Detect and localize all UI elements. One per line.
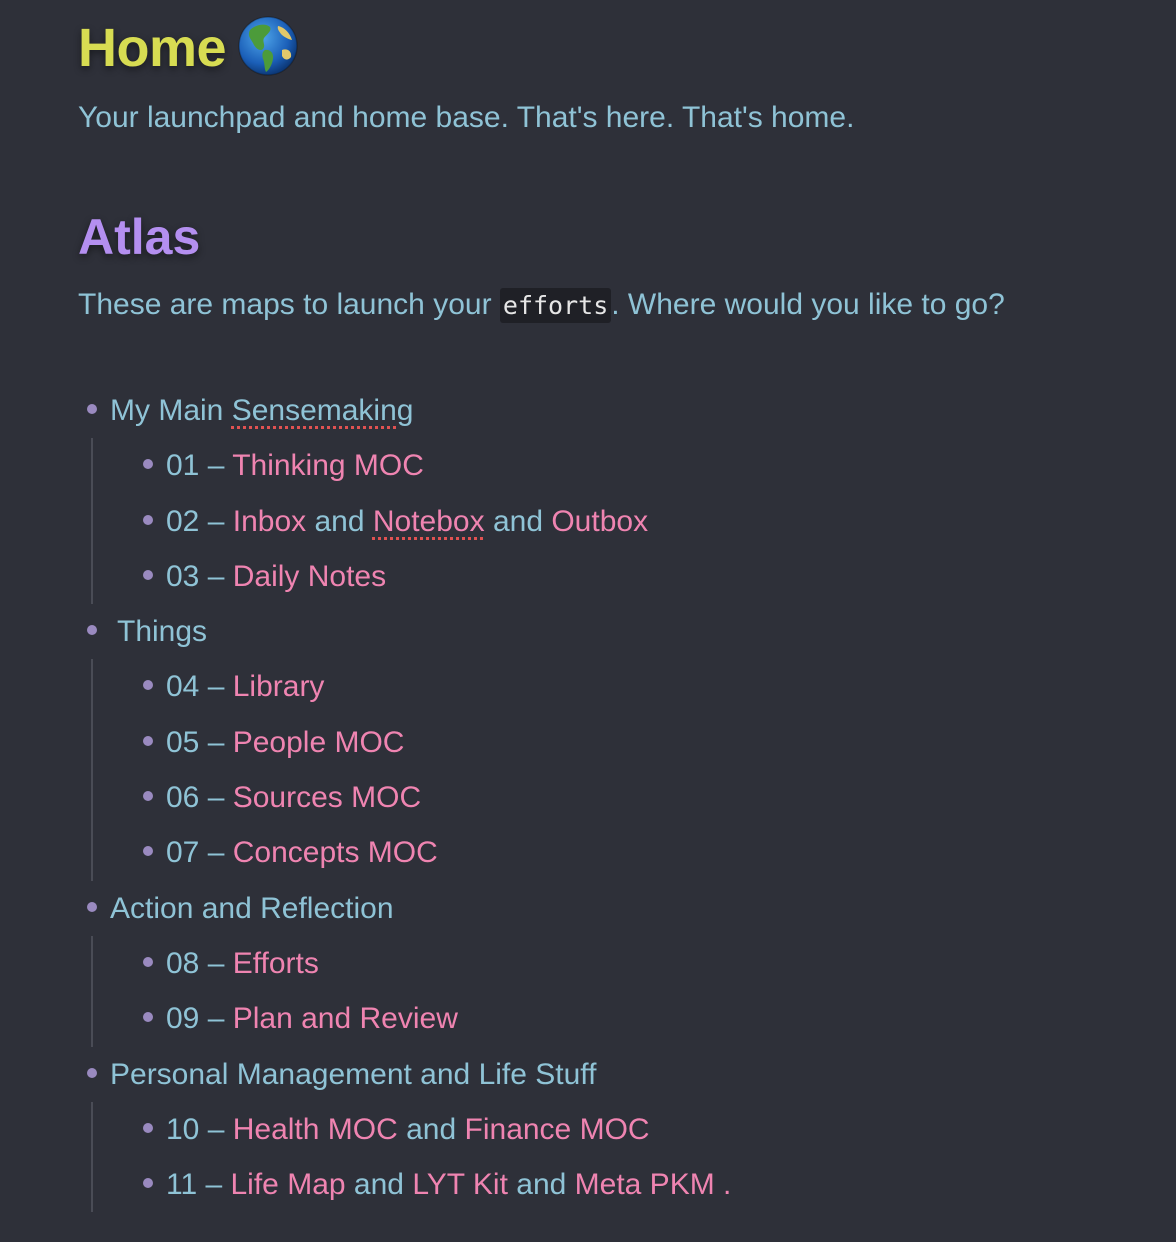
bullet-icon[interactable] bbox=[143, 1122, 153, 1133]
item-label: 04 – Library bbox=[166, 659, 324, 714]
list-item: 10 – Health MOC and Finance MOC bbox=[78, 1102, 1138, 1157]
home-title-text: Home bbox=[78, 18, 227, 78]
item-separator: and bbox=[345, 1168, 413, 1202]
link-health-moc[interactable]: Health MOC bbox=[233, 1113, 398, 1146]
item-label: 11 – Life Map and LYT Kit and Meta PKM . bbox=[166, 1157, 731, 1212]
bullet-icon[interactable] bbox=[87, 901, 97, 912]
link-plan-and-review[interactable]: Plan and Review bbox=[233, 1002, 458, 1035]
item-prefix: 04 – bbox=[166, 670, 233, 704]
link-notebox[interactable]: Notebox bbox=[373, 505, 485, 538]
group-label-prefix: My Main bbox=[110, 394, 232, 427]
bullet-icon[interactable] bbox=[143, 846, 153, 857]
atlas-description: These are maps to launch your efforts. W… bbox=[78, 285, 1005, 326]
item-label: 03 – Daily Notes bbox=[166, 549, 386, 604]
item-separator: and bbox=[484, 504, 552, 538]
list-group-sensemaking: My Main Sensemaking 01 – Thinking MOC 02… bbox=[78, 383, 1138, 605]
item-label: 01 – Thinking MOC bbox=[166, 438, 424, 493]
link-finance-moc[interactable]: Finance MOC bbox=[465, 1113, 650, 1146]
indent-guide: 01 – Thinking MOC 02 – Inbox and Notebox… bbox=[78, 438, 1138, 605]
item-suffix: . bbox=[714, 1168, 732, 1202]
bullet-icon[interactable] bbox=[87, 1067, 97, 1078]
list-item: Personal Management and Life Stuff bbox=[78, 1047, 1138, 1102]
link-meta-pkm[interactable]: Meta PKM bbox=[575, 1168, 715, 1201]
list-group-personal-management: Personal Management and Life Stuff 10 – … bbox=[78, 1047, 1138, 1213]
link-lyt-kit[interactable]: LYT Kit bbox=[412, 1168, 508, 1201]
link-sources-moc[interactable]: Sources MOC bbox=[233, 781, 421, 814]
item-separator: and bbox=[397, 1112, 465, 1146]
item-prefix: 08 – bbox=[166, 946, 233, 980]
bullet-icon[interactable] bbox=[143, 791, 153, 802]
indent-guide: 04 – Library 05 – People MOC 06 – Source… bbox=[78, 659, 1138, 881]
bullet-icon[interactable] bbox=[87, 404, 97, 414]
bullet-icon[interactable] bbox=[87, 625, 97, 636]
item-separator: and bbox=[507, 1168, 575, 1202]
atlas-list: My Main Sensemaking 01 – Thinking MOC 02… bbox=[78, 383, 1138, 1213]
bullet-icon[interactable] bbox=[143, 1012, 153, 1023]
item-prefix: 03 – bbox=[166, 559, 233, 593]
item-prefix: 07 – bbox=[166, 836, 233, 870]
bullet-icon[interactable] bbox=[143, 956, 153, 967]
home-description: Your launchpad and home base. That's her… bbox=[78, 101, 855, 134]
list-item: Action and Reflection bbox=[78, 881, 1138, 936]
item-label: 07 – Concepts MOC bbox=[166, 825, 438, 880]
list-item: 02 – Inbox and Notebox and Outbox bbox=[78, 494, 1138, 549]
list-item: Things bbox=[78, 604, 1138, 659]
item-label: 02 – Inbox and Notebox and Outbox bbox=[166, 494, 648, 549]
globe-americas-icon bbox=[236, 14, 300, 78]
item-label: 09 – Plan and Review bbox=[166, 991, 458, 1046]
indent-guide: 08 – Efforts 09 – Plan and Review bbox=[78, 935, 1138, 1047]
misspelled-word[interactable]: Sensemaking bbox=[232, 394, 414, 427]
item-prefix: 02 – bbox=[166, 504, 233, 538]
group-label: Things bbox=[117, 615, 208, 649]
list-item: 03 – Daily Notes bbox=[78, 549, 1138, 604]
list-item: 08 – Efforts bbox=[78, 936, 1138, 991]
link-thinking-moc[interactable]: Thinking MOC bbox=[232, 449, 424, 482]
link-daily-notes[interactable]: Daily Notes bbox=[233, 560, 386, 593]
list-group-action-reflection: Action and Reflection 08 – Efforts 09 – … bbox=[78, 881, 1138, 1047]
link-inbox[interactable]: Inbox bbox=[233, 505, 306, 538]
list-item: 04 – Library bbox=[78, 659, 1138, 714]
link-efforts[interactable]: Efforts bbox=[233, 947, 319, 980]
link-life-map[interactable]: Life Map bbox=[231, 1168, 346, 1201]
bullet-icon[interactable] bbox=[143, 569, 153, 580]
item-label: 10 – Health MOC and Finance MOC bbox=[166, 1102, 650, 1157]
atlas-heading: Atlas bbox=[78, 209, 201, 265]
inline-code-efforts: efforts bbox=[499, 288, 612, 323]
bullet-icon[interactable] bbox=[143, 514, 153, 525]
bullet-icon[interactable] bbox=[143, 459, 153, 470]
bullet-icon[interactable] bbox=[143, 735, 153, 746]
list-item: 01 – Thinking MOC bbox=[78, 438, 1138, 493]
home-heading: Home bbox=[78, 16, 300, 80]
bullet-icon[interactable] bbox=[143, 680, 153, 691]
item-separator: and bbox=[306, 504, 373, 538]
list-group-things: Things 04 – Library 05 – People MOC 06 –… bbox=[78, 604, 1138, 881]
list-item: 09 – Plan and Review bbox=[78, 991, 1138, 1046]
group-label: My Main Sensemaking bbox=[110, 383, 413, 438]
item-label: 05 – People MOC bbox=[166, 715, 404, 770]
atlas-desc-before: These are maps to launch your bbox=[78, 288, 500, 321]
link-library[interactable]: Library bbox=[233, 670, 325, 703]
list-item: 11 – Life Map and LYT Kit and Meta PKM . bbox=[78, 1157, 1138, 1212]
item-label: 08 – Efforts bbox=[166, 936, 319, 991]
item-prefix: 01 – bbox=[166, 449, 233, 483]
item-prefix: 11 – bbox=[166, 1168, 231, 1202]
list-item: My Main Sensemaking bbox=[78, 383, 1138, 438]
list-item: 06 – Sources MOC bbox=[78, 770, 1138, 825]
group-label: Personal Management and Life Stuff bbox=[110, 1057, 597, 1091]
list-item: 07 – Concepts MOC bbox=[78, 825, 1138, 880]
item-label: 06 – Sources MOC bbox=[166, 770, 421, 825]
link-concepts-moc[interactable]: Concepts MOC bbox=[233, 836, 438, 869]
item-prefix: 05 – bbox=[166, 725, 233, 759]
indent-guide: 10 – Health MOC and Finance MOC 11 – Lif… bbox=[78, 1101, 1138, 1213]
bullet-icon[interactable] bbox=[143, 1178, 153, 1189]
group-label: Action and Reflection bbox=[110, 891, 394, 925]
item-prefix: 10 – bbox=[166, 1112, 233, 1146]
link-outbox[interactable]: Outbox bbox=[551, 505, 648, 538]
link-people-moc[interactable]: People MOC bbox=[233, 726, 405, 759]
item-prefix: 09 – bbox=[166, 1002, 233, 1036]
atlas-desc-after: . Where would you like to go? bbox=[611, 288, 1005, 321]
item-prefix: 06 – bbox=[166, 781, 233, 815]
list-item: 05 – People MOC bbox=[78, 715, 1138, 770]
